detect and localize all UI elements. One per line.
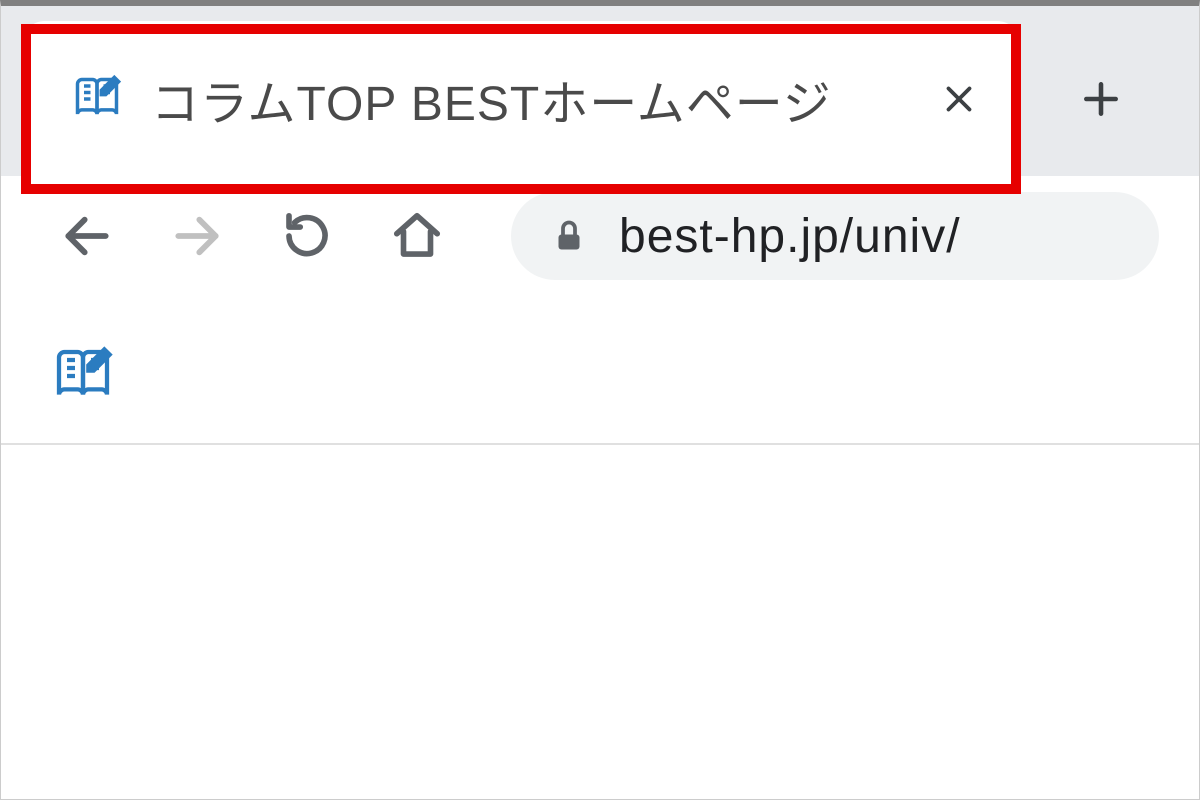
home-icon: [390, 209, 444, 263]
lock-icon: [551, 218, 587, 254]
browser-tab[interactable]: コラムTOP BESTホームページ: [21, 21, 1021, 176]
arrow-left-icon: [59, 208, 115, 264]
book-edit-icon: [71, 73, 123, 125]
tab-title: コラムTOP BESTホームページ: [151, 64, 917, 134]
close-icon: [941, 81, 977, 117]
forward-button[interactable]: [161, 200, 233, 272]
reload-icon: [280, 209, 334, 263]
address-bar[interactable]: best-hp.jp/univ/: [511, 192, 1159, 280]
plus-icon: [1079, 77, 1123, 121]
tab-close-button[interactable]: [937, 77, 981, 121]
arrow-right-icon: [169, 208, 225, 264]
page-content: [1, 296, 1199, 445]
navigation-toolbar: best-hp.jp/univ/: [1, 176, 1199, 296]
page-header: [1, 296, 1199, 445]
url-display: best-hp.jp/univ/: [619, 209, 961, 264]
tab-strip: コラムTOP BESTホームページ: [1, 6, 1199, 176]
book-edit-icon: [51, 344, 115, 408]
back-button[interactable]: [51, 200, 123, 272]
new-tab-button[interactable]: [1051, 21, 1151, 176]
reload-button[interactable]: [271, 200, 343, 272]
home-button[interactable]: [381, 200, 453, 272]
